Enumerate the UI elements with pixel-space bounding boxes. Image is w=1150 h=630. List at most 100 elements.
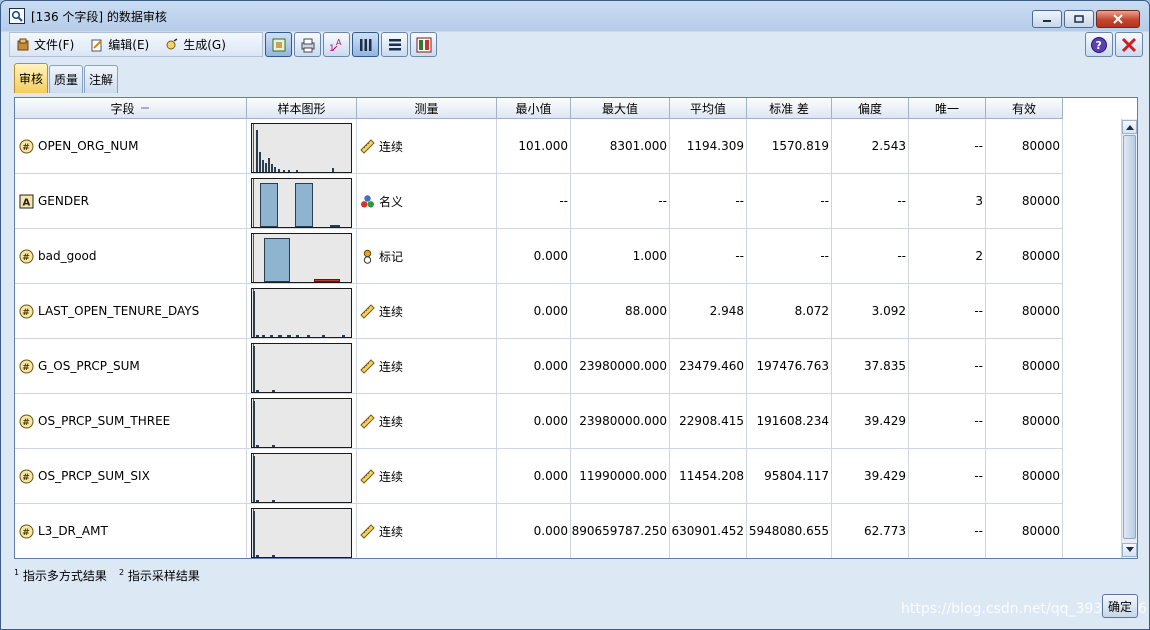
columns-view-button[interactable] bbox=[352, 32, 379, 57]
sample-graph-thumbnail[interactable] bbox=[251, 288, 352, 338]
valid-value: 80000 bbox=[986, 394, 1063, 449]
measure-cell: 连续 bbox=[357, 284, 497, 339]
maximize-icon bbox=[1074, 15, 1084, 23]
graph-bar bbox=[274, 167, 276, 172]
sort-button[interactable]: 1A bbox=[323, 32, 350, 57]
sample-graph-thumbnail[interactable] bbox=[251, 123, 352, 173]
measure-label: 连续 bbox=[379, 469, 404, 484]
field-cell: A GENDER bbox=[15, 174, 247, 229]
col-header-unique[interactable]: 唯一 bbox=[909, 98, 986, 119]
scroll-down-button[interactable] bbox=[1122, 543, 1137, 557]
svg-text:#: # bbox=[22, 418, 30, 428]
valid-value: 80000 bbox=[986, 504, 1063, 558]
unique-value: -- bbox=[909, 339, 986, 394]
field-cell: # bad_good bbox=[15, 229, 247, 284]
col-header-field[interactable]: 字段 bbox=[15, 98, 247, 119]
field-name: OS_PRCP_SUM_SIX bbox=[38, 469, 150, 483]
menu-bar: 文件(F) 编辑(E) 生成(G) bbox=[9, 32, 263, 57]
menu-generate[interactable]: 生成(G) bbox=[159, 33, 236, 56]
col-header-graph[interactable]: 样本图形 bbox=[247, 98, 357, 119]
graph-bar bbox=[260, 183, 278, 227]
sample-graph-cell[interactable] bbox=[247, 449, 357, 504]
table-row[interactable]: # bad_good 标记 0.000 1.000 -- -- -- 2 80000 bbox=[15, 229, 1123, 284]
arrow-up-icon bbox=[1125, 125, 1134, 130]
close-window-button[interactable] bbox=[1096, 10, 1140, 28]
scroll-thumb[interactable] bbox=[1123, 135, 1136, 539]
table-row[interactable]: # OS_PRCP_SUM_SIX 连续 0.000 11990000.000 11454… bbox=[15, 449, 1123, 504]
sample-graph-cell[interactable] bbox=[247, 339, 357, 394]
sample-graph-thumbnail[interactable] bbox=[251, 343, 352, 393]
vertical-scrollbar[interactable] bbox=[1121, 119, 1137, 558]
col-header-max[interactable]: 最大值 bbox=[571, 98, 670, 119]
graph-bar bbox=[265, 163, 267, 172]
field-name: OPEN_ORG_NUM bbox=[38, 139, 139, 153]
sample-graph-thumbnail[interactable] bbox=[251, 453, 352, 503]
print-button[interactable] bbox=[294, 32, 321, 57]
ruler-icon bbox=[360, 523, 375, 539]
sample-graph-thumbnail[interactable] bbox=[251, 508, 352, 558]
mean-value: -- bbox=[670, 229, 747, 284]
col-header-min[interactable]: 最小值 bbox=[497, 98, 571, 119]
table-row[interactable]: # L3_DR_AMT 连续 0.000 890659787.250 630901.452… bbox=[15, 504, 1123, 558]
sample-graph-cell[interactable] bbox=[247, 119, 357, 174]
table-view-button[interactable] bbox=[410, 32, 437, 57]
menu-file[interactable]: 文件(F) bbox=[10, 33, 84, 56]
tab-quality[interactable]: 质量 bbox=[49, 65, 84, 93]
table-row[interactable]: A GENDER 名义 -- -- -- -- -- 3 80000 bbox=[15, 174, 1123, 229]
min-value: 0.000 bbox=[497, 339, 571, 394]
menu-edit[interactable]: 编辑(E) bbox=[84, 33, 159, 56]
graph-bar bbox=[287, 335, 291, 337]
unique-value: 2 bbox=[909, 229, 986, 284]
table-row[interactable]: # OS_PRCP_SUM_THREE 连续 0.000 23980000.000 229… bbox=[15, 394, 1123, 449]
field-name: L3_DR_AMT bbox=[38, 524, 108, 538]
sample-graph-cell[interactable] bbox=[247, 394, 357, 449]
mean-value: 2.948 bbox=[670, 284, 747, 339]
tab-audit[interactable]: 审核 bbox=[14, 63, 49, 93]
sort-indicator-icon bbox=[140, 107, 149, 109]
col-header-std[interactable]: 标准 差 bbox=[747, 98, 832, 119]
sample-graph-thumbnail[interactable] bbox=[251, 233, 352, 283]
skew-value: 37.835 bbox=[832, 339, 909, 394]
skew-value: 62.773 bbox=[832, 504, 909, 558]
sample-graph-cell[interactable] bbox=[247, 229, 357, 284]
copy-button[interactable] bbox=[265, 32, 292, 57]
close-button[interactable] bbox=[1115, 32, 1143, 57]
col-header-valid[interactable]: 有效 bbox=[986, 98, 1063, 119]
sample-graph-thumbnail[interactable] bbox=[251, 398, 352, 448]
graph-bar bbox=[296, 170, 298, 172]
minimize-button[interactable] bbox=[1032, 10, 1062, 28]
help-button[interactable]: ? bbox=[1085, 32, 1113, 57]
col-header-measure[interactable]: 测量 bbox=[357, 98, 497, 119]
ruler-icon bbox=[360, 358, 375, 374]
continuous-field-icon: # bbox=[19, 469, 34, 484]
ruler-icon bbox=[360, 413, 375, 429]
field-name: LAST_OPEN_TENURE_DAYS bbox=[38, 304, 200, 318]
graph-bar bbox=[314, 279, 340, 282]
list-view-button[interactable] bbox=[381, 32, 408, 57]
sample-graph-thumbnail[interactable] bbox=[251, 178, 352, 228]
scroll-up-button[interactable] bbox=[1122, 120, 1137, 134]
table-row[interactable]: # OPEN_ORG_NUM 连续 101.000 8301.000 1194.309 15… bbox=[15, 119, 1123, 174]
sample-graph-cell[interactable] bbox=[247, 284, 357, 339]
col-header-skew[interactable]: 偏度 bbox=[832, 98, 909, 119]
continuous-field-icon: # bbox=[19, 304, 34, 319]
table-row[interactable]: # G_OS_PRCP_SUM 连续 0.000 23980000.000 23479.4… bbox=[15, 339, 1123, 394]
table-row[interactable]: # LAST_OPEN_TENURE_DAYS 连续 0.000 88.000 2.948… bbox=[15, 284, 1123, 339]
ok-button[interactable]: 确定 bbox=[1102, 594, 1138, 618]
tab-annotation[interactable]: 注解 bbox=[84, 65, 119, 93]
graph-bar bbox=[270, 335, 273, 337]
min-value: 0.000 bbox=[497, 229, 571, 284]
maximize-button[interactable] bbox=[1064, 10, 1094, 28]
std-value: 95804.117 bbox=[747, 449, 832, 504]
measure-label: 连续 bbox=[379, 414, 404, 429]
skew-value: 39.429 bbox=[832, 394, 909, 449]
field-cell: # OPEN_ORG_NUM bbox=[15, 119, 247, 174]
sample-graph-cell[interactable] bbox=[247, 174, 357, 229]
sample-graph-cell[interactable] bbox=[247, 504, 357, 558]
file-icon bbox=[17, 38, 29, 50]
valid-value: 80000 bbox=[986, 174, 1063, 229]
graph-bar bbox=[253, 456, 255, 502]
measure-cell: 连续 bbox=[357, 394, 497, 449]
col-header-mean[interactable]: 平均值 bbox=[670, 98, 747, 119]
measure-cell: 连续 bbox=[357, 119, 497, 174]
